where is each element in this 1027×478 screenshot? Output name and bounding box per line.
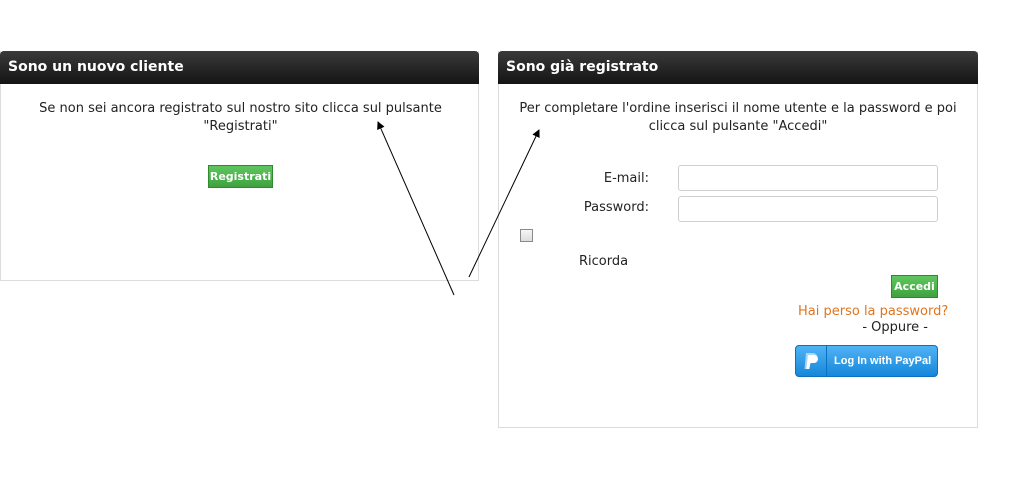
registered-title: Sono già registrato [498,51,978,84]
paypal-icon [796,346,827,376]
lost-password-link[interactable]: Hai perso la password? [798,304,948,319]
login-button[interactable]: Accedi [891,275,938,298]
register-button[interactable]: Registrati [208,165,273,188]
registered-customer-panel: Sono già registrato Per completare l'ord… [498,51,978,428]
email-label: E-mail: [603,171,649,186]
email-field[interactable] [678,165,938,191]
paypal-login-button[interactable]: Log In with PayPal [795,345,938,377]
new-customer-text: Se non sei ancora registrato sul nostro … [39,101,442,134]
remember-label: Ricorda [579,254,629,269]
password-label: Password: [583,200,649,215]
new-customer-title: Sono un nuovo cliente [0,51,479,84]
new-customer-panel: Sono un nuovo cliente Se non sei ancora … [0,51,479,281]
or-separator: - Oppure - [862,320,928,335]
remember-checkbox[interactable] [520,229,533,242]
registered-text: Per completare l'ordine inserisci il nom… [519,101,957,134]
password-field[interactable] [678,196,938,222]
paypal-label: Log In with PayPal [834,355,932,367]
